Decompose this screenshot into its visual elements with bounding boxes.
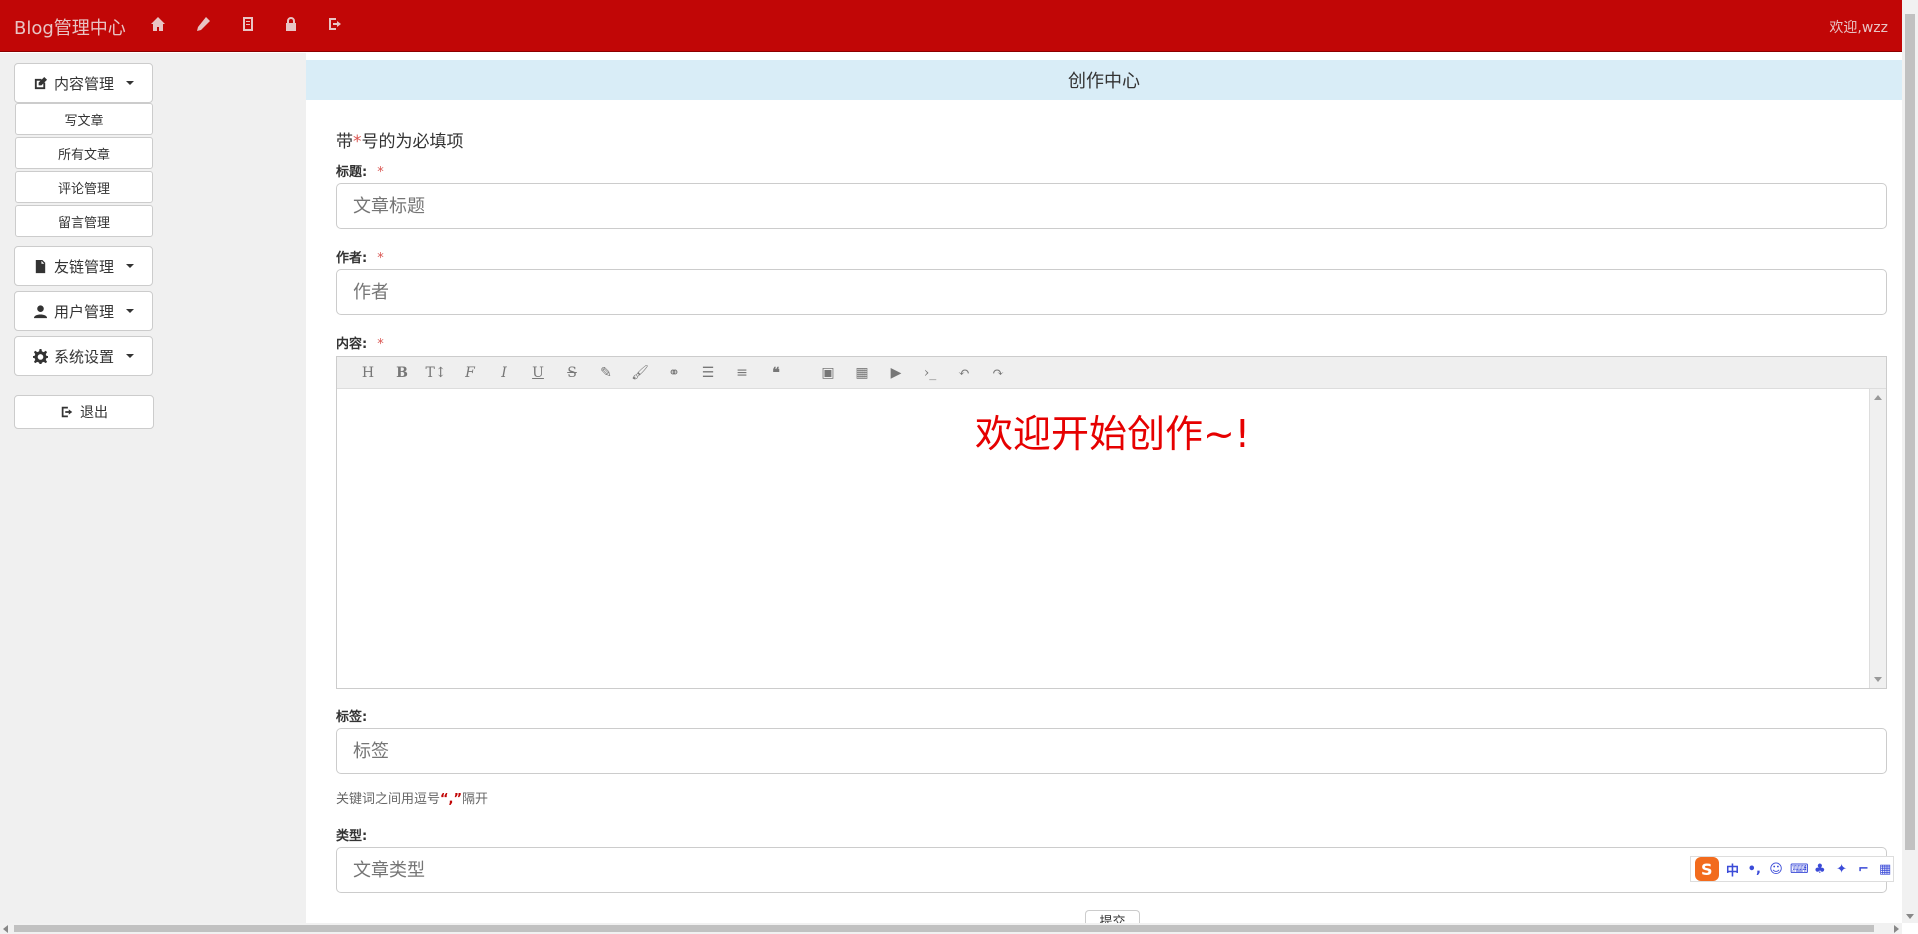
type-label: 类型: bbox=[336, 829, 368, 844]
ime-punctuation-icon[interactable]: •, bbox=[1746, 862, 1762, 877]
title-input[interactable] bbox=[336, 183, 1887, 229]
user-icon bbox=[33, 304, 48, 318]
align-icon[interactable]: ≡ bbox=[725, 357, 759, 389]
menu-label: 用户管理 bbox=[53, 302, 114, 321]
submit-button[interactable]: 提交 bbox=[1085, 910, 1140, 924]
required-star: * bbox=[353, 132, 362, 152]
ime-skin-icon[interactable]: ✦ bbox=[1834, 862, 1850, 877]
edit-icon bbox=[34, 76, 48, 89]
list-icon[interactable]: ☰ bbox=[691, 357, 725, 389]
scroll-down-icon[interactable] bbox=[1906, 914, 1914, 919]
heading-icon[interactable]: H bbox=[351, 357, 385, 389]
tags-hint-suffix: 隔开 bbox=[462, 792, 489, 807]
ime-keyboard-icon[interactable]: ⌨ bbox=[1790, 862, 1809, 877]
sogou-logo-icon[interactable]: S bbox=[1695, 857, 1719, 881]
font-icon[interactable]: F bbox=[453, 357, 487, 389]
title-label: 标题: * bbox=[336, 161, 384, 180]
home-icon[interactable] bbox=[150, 16, 170, 36]
quote-icon[interactable]: ❝ bbox=[759, 357, 793, 389]
author-input[interactable] bbox=[336, 269, 1887, 315]
submenu-message-management[interactable]: 留言管理 bbox=[15, 205, 153, 237]
file-icon bbox=[35, 259, 46, 273]
logout-label: 退出 bbox=[80, 405, 108, 421]
table-icon[interactable]: ▦ bbox=[845, 357, 879, 389]
page-horizontal-scrollbar[interactable] bbox=[0, 923, 1902, 934]
code-icon[interactable]: ›_ bbox=[913, 357, 947, 389]
logout-icon[interactable] bbox=[327, 16, 347, 36]
menu-content-management[interactable]: 内容管理 bbox=[14, 63, 153, 103]
eraser-icon[interactable]: ✎ bbox=[589, 357, 623, 389]
menu-link-management[interactable]: 友链管理 bbox=[14, 246, 153, 286]
submenu-comment-management[interactable]: 评论管理 bbox=[15, 171, 153, 203]
type-input[interactable] bbox=[336, 847, 1887, 893]
page-header: 创作中心 bbox=[306, 60, 1902, 100]
content-label-text: 内容: bbox=[336, 337, 368, 352]
menu-label: 系统设置 bbox=[53, 347, 114, 366]
scroll-down-icon[interactable] bbox=[1874, 677, 1882, 682]
strikethrough-icon[interactable]: S bbox=[555, 357, 589, 389]
scroll-right-icon[interactable] bbox=[1894, 925, 1899, 933]
scroll-left-icon[interactable] bbox=[3, 925, 8, 933]
sidebar-logout-button[interactable]: 退出 bbox=[14, 395, 154, 429]
top-navbar: Blog管理中心 欢迎,wzz bbox=[0, 0, 1902, 52]
page-vertical-scrollbar[interactable] bbox=[1902, 0, 1918, 923]
author-label: 作者: * bbox=[336, 247, 384, 266]
author-label-text: 作者: bbox=[336, 251, 368, 266]
tags-hint-quote: “,” bbox=[440, 792, 463, 807]
vertical-scroll-thumb[interactable] bbox=[1905, 14, 1915, 850]
required-star: * bbox=[377, 165, 384, 180]
editor-welcome-text[interactable]: 欢迎开始创作~! bbox=[337, 403, 1888, 458]
chevron-down-icon bbox=[126, 81, 134, 85]
chevron-down-icon bbox=[126, 309, 134, 313]
ime-chinese-mode[interactable]: 中 bbox=[1725, 860, 1741, 879]
ime-toolbar[interactable]: S 中 •, ☺ ⌨ ♣ ✦ ⌐ ▦ bbox=[1690, 856, 1894, 882]
redo-icon[interactable]: ↷ bbox=[981, 357, 1015, 389]
ime-emoji-icon[interactable]: ☺ bbox=[1768, 862, 1784, 877]
menu-label: 友链管理 bbox=[53, 257, 114, 276]
required-star: * bbox=[377, 337, 384, 352]
scroll-up-icon[interactable] bbox=[1874, 395, 1882, 400]
menu-label: 内容管理 bbox=[53, 74, 114, 93]
menu-system-settings[interactable]: 系统设置 bbox=[14, 336, 153, 376]
link-icon[interactable]: ⚭ bbox=[657, 357, 691, 389]
gear-icon bbox=[32, 348, 48, 364]
ime-voice-icon[interactable]: ♣ bbox=[1812, 862, 1828, 877]
italic-icon[interactable]: I bbox=[487, 357, 521, 389]
sidebar: 内容管理 写文章 所有文章 评论管理 留言管理 友链管理 用户管理 系统设置 退… bbox=[0, 53, 306, 923]
submenu-all-articles[interactable]: 所有文章 bbox=[15, 137, 153, 169]
welcome-text[interactable]: 欢迎,wzz bbox=[1829, 17, 1888, 37]
tags-input[interactable] bbox=[336, 728, 1887, 774]
required-star: * bbox=[377, 251, 384, 266]
undo-icon[interactable]: ↶ bbox=[947, 357, 981, 389]
submenu-write-article[interactable]: 写文章 bbox=[15, 103, 153, 135]
font-size-icon[interactable]: T↕ bbox=[419, 357, 453, 389]
bold-icon[interactable]: B bbox=[385, 357, 419, 389]
tags-hint: 关键词之间用逗号“,”隔开 bbox=[336, 788, 488, 807]
editor-scrollbar[interactable] bbox=[1869, 389, 1886, 688]
ime-menu-icon[interactable]: ▦ bbox=[1877, 862, 1893, 877]
brush-icon[interactable]: 🖌︎ bbox=[623, 357, 657, 389]
title-label-text: 标题: bbox=[336, 165, 368, 180]
ime-crop-icon[interactable]: ⌐ bbox=[1855, 862, 1871, 877]
content-editor[interactable]: H B T↕ F I U S ✎ 🖌︎ ⚭ ☰ ≡ ❝ ▣ ▦ ▶ ›_ ↶ ↷… bbox=[336, 356, 1887, 689]
image-icon[interactable]: ▣ bbox=[811, 357, 845, 389]
logout-icon bbox=[61, 406, 73, 418]
pencil-icon[interactable] bbox=[195, 16, 215, 36]
brand-title[interactable]: Blog管理中心 bbox=[14, 14, 126, 40]
content-label: 内容: * bbox=[336, 333, 384, 352]
video-icon[interactable]: ▶ bbox=[879, 357, 913, 389]
chevron-down-icon bbox=[126, 264, 134, 268]
tags-hint-prefix: 关键词之间用逗号 bbox=[336, 792, 441, 807]
horizontal-scroll-thumb[interactable] bbox=[14, 925, 1874, 932]
required-note-suffix: 号的为必填项 bbox=[361, 132, 464, 152]
book-icon[interactable] bbox=[240, 16, 260, 36]
editor-toolbar: H B T↕ F I U S ✎ 🖌︎ ⚭ ☰ ≡ ❝ ▣ ▦ ▶ ›_ ↶ ↷ bbox=[337, 357, 1886, 389]
tags-label: 标签: bbox=[336, 710, 368, 725]
required-note-prefix: 带 bbox=[336, 132, 353, 152]
chevron-down-icon bbox=[126, 354, 134, 358]
lock-icon[interactable] bbox=[283, 16, 303, 36]
menu-user-management[interactable]: 用户管理 bbox=[14, 291, 153, 331]
required-note: 带*号的为必填项 bbox=[336, 127, 464, 152]
underline-icon[interactable]: U bbox=[521, 357, 555, 389]
